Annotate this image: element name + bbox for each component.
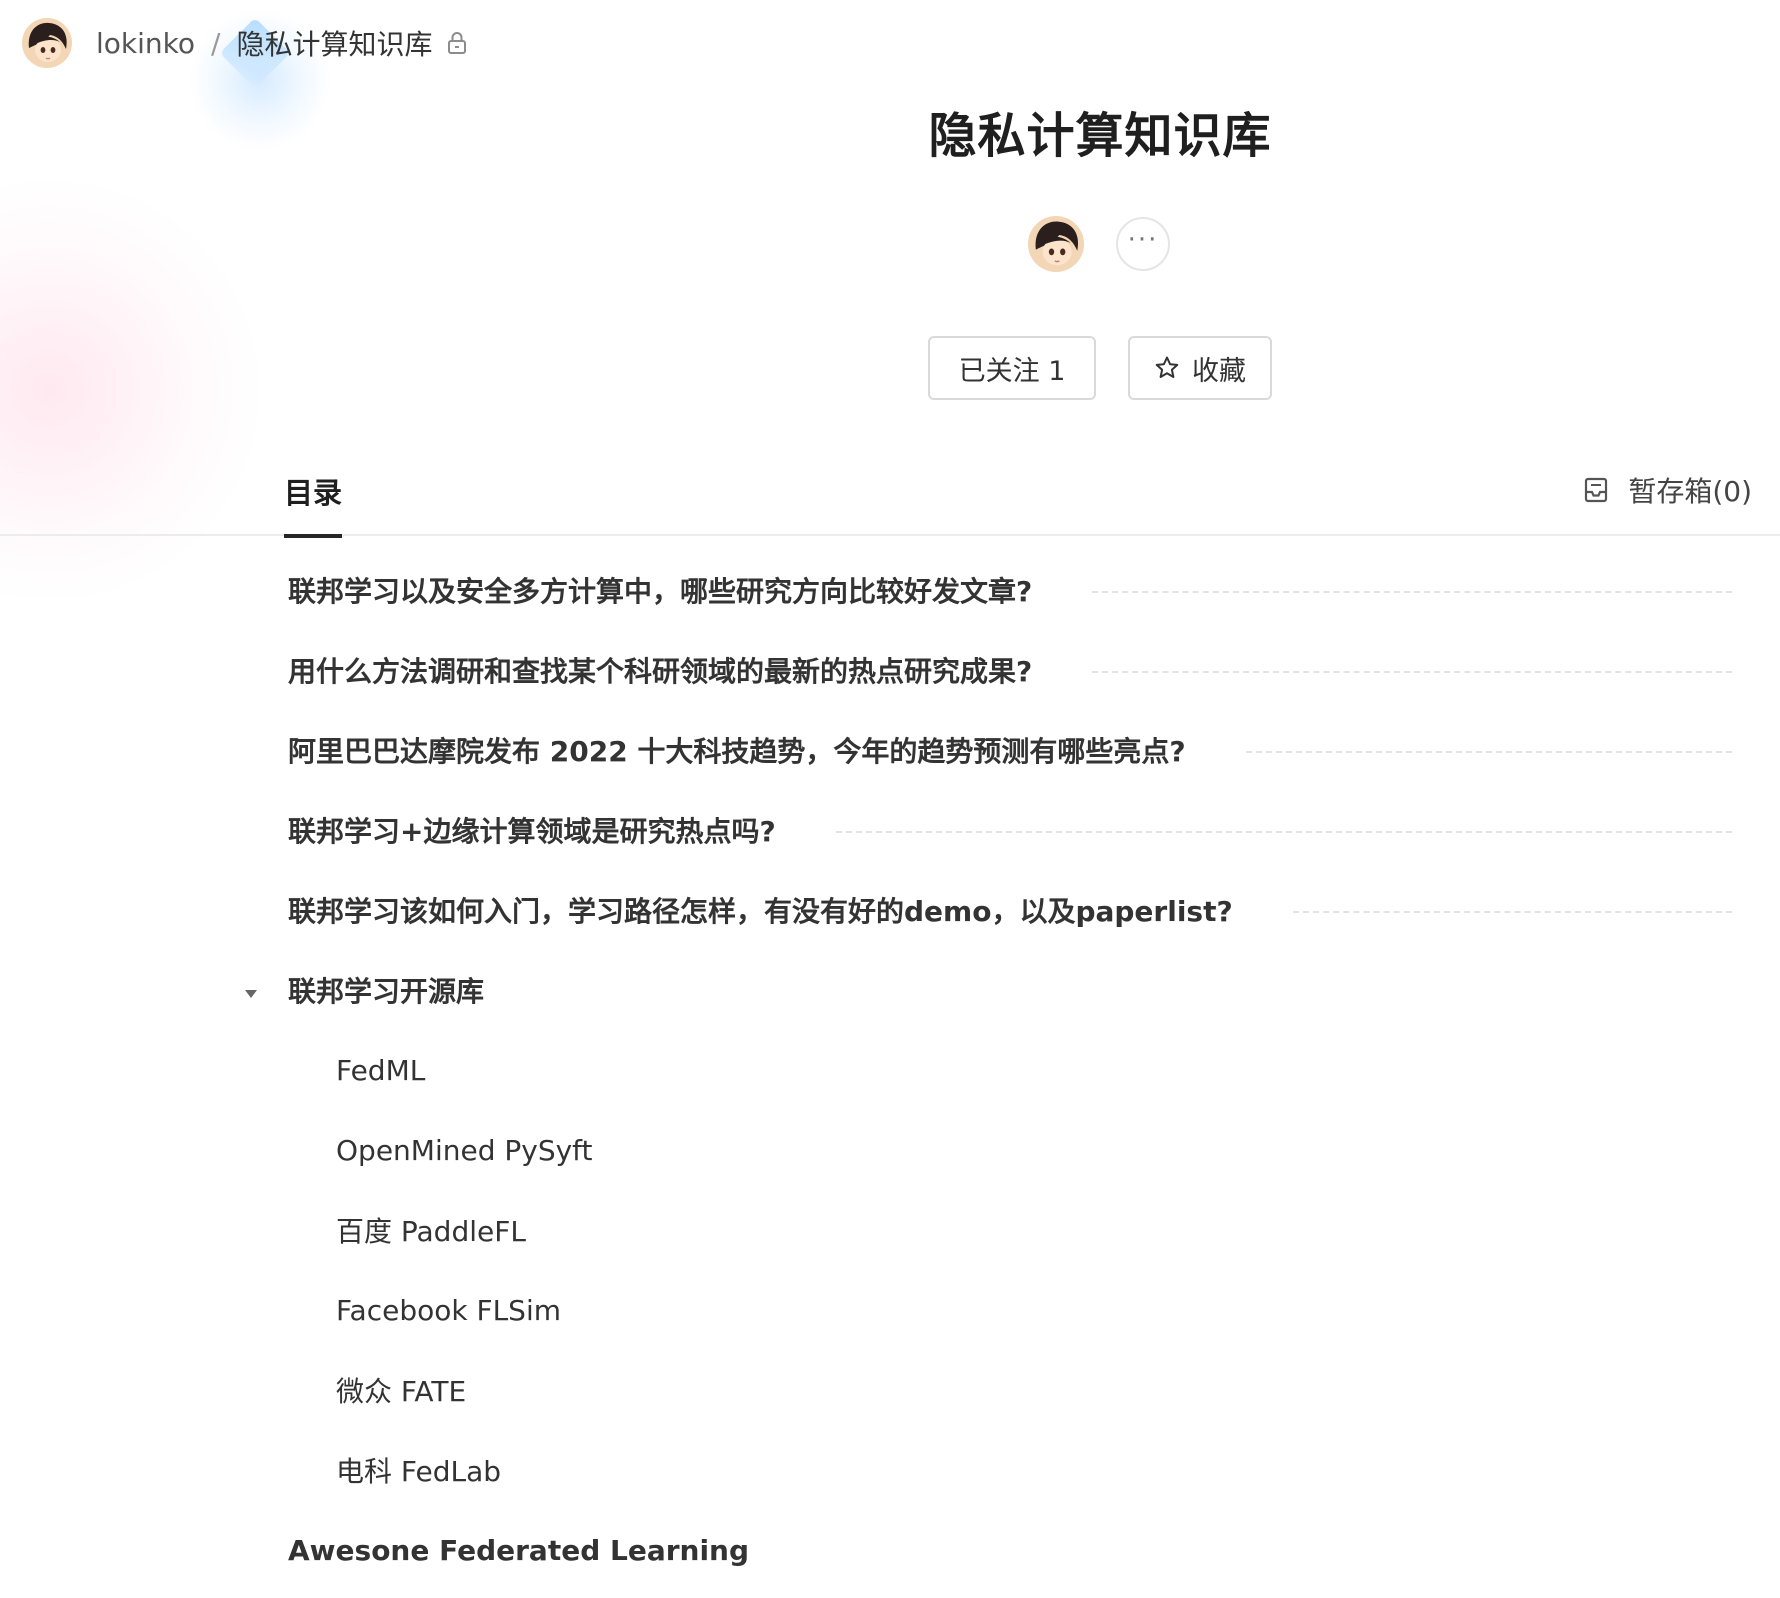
lock-icon [446, 31, 468, 55]
avatar-illustration [22, 18, 72, 68]
book-title: 隐私计算知识库 [928, 108, 1272, 164]
breadcrumb: lokinko / 隐私计算知识库 [22, 18, 468, 68]
toc-subitem[interactable]: 电科 FedLab [336, 1442, 1732, 1498]
star-icon [1154, 355, 1180, 381]
toc-group-open-source[interactable]: 联邦学习开源库 [245, 962, 1732, 1018]
toc-item-leader [1292, 911, 1732, 913]
toc-item-label: 阿里巴巴达摩院发布 2022 十大科技趋势，今年的趋势预测有哪些亮点? [288, 735, 1186, 768]
inbox-icon [1582, 476, 1610, 504]
toc-subitem-label: 电科 FedLab [336, 1455, 502, 1488]
breadcrumb-separator: / [211, 26, 221, 60]
toc-item[interactable]: 联邦学习+边缘计算领域是研究热点吗? [288, 802, 1732, 858]
follow-button[interactable]: 已关注 1 [928, 336, 1096, 400]
tab-toc-label: 目录 [284, 476, 343, 510]
background-glow-pink [0, 180, 260, 600]
toc-subitem-label: Facebook FLSim [336, 1293, 561, 1327]
toc-subitem[interactable]: 微众 FATE [336, 1362, 1732, 1418]
member-row: ··· [1028, 216, 1170, 272]
drafts-label: 暂存箱(0) [1628, 475, 1752, 508]
breadcrumb-user-link[interactable]: lokinko [96, 27, 195, 60]
toc-item-label: 联邦学习+边缘计算领域是研究热点吗? [288, 815, 776, 848]
toc-subitem[interactable]: Facebook FLSim [336, 1282, 1732, 1338]
avatar-illustration [1028, 216, 1084, 272]
toc-subitem[interactable]: OpenMined PySyft [336, 1122, 1732, 1178]
toc-subitem[interactable]: FedML [336, 1042, 1732, 1098]
tab-active-indicator [284, 534, 343, 538]
toc-item-label: Awesone Federated Learning [288, 1533, 750, 1567]
toc-item[interactable]: 阿里巴巴达摩院发布 2022 十大科技趋势，今年的趋势预测有哪些亮点? [288, 722, 1732, 778]
caret-down-icon[interactable] [244, 984, 258, 998]
toc-item-label: 用什么方法调研和查找某个科研领域的最新的热点研究成果? [288, 655, 1033, 688]
tabs-bar: 目录 暂存箱(0) [0, 462, 1780, 538]
toc-item[interactable]: 用什么方法调研和查找某个科研领域的最新的热点研究成果? [288, 642, 1732, 698]
toc-subitem-label: 百度 PaddleFL [336, 1215, 526, 1248]
toc-subitem-label: 微众 FATE [336, 1375, 467, 1408]
toc-subitem[interactable]: 百度 PaddleFL [336, 1202, 1732, 1258]
member-avatar[interactable] [1028, 216, 1084, 272]
drafts-button[interactable]: 暂存箱(0) [1582, 468, 1752, 512]
action-row: 已关注 1 收藏 [928, 336, 1272, 400]
toc-item-label: 联邦学习该如何入门，学习路径怎样，有没有好的demo，以及paperlist? [288, 895, 1233, 928]
toc-item[interactable]: 联邦学习以及安全多方计算中，哪些研究方向比较好发文章? [288, 562, 1732, 618]
collect-button[interactable]: 收藏 [1128, 336, 1272, 400]
more-members-button[interactable]: ··· [1116, 217, 1170, 271]
toc-subitem-label: FedML [336, 1053, 426, 1087]
toc-item[interactable]: Awesone Federated Learning [288, 1522, 1732, 1578]
toc-item-label: 联邦学习以及安全多方计算中，哪些研究方向比较好发文章? [288, 575, 1033, 608]
knowledge-base-page: lokinko / 隐私计算知识库 隐私计算知识库 ··· 已关注 1 收藏 目… [0, 0, 1780, 1598]
toc-group-label: 联邦学习开源库 [288, 975, 485, 1008]
tab-toc[interactable]: 目录 [284, 462, 343, 538]
breadcrumb-book-link[interactable]: 隐私计算知识库 [236, 23, 432, 63]
collect-button-label: 收藏 [1192, 355, 1246, 387]
toc-subitem-label: OpenMined PySyft [336, 1133, 593, 1167]
user-avatar[interactable] [22, 18, 72, 68]
toc-item[interactable]: 联邦学习该如何入门，学习路径怎样，有没有好的demo，以及paperlist? [288, 882, 1732, 938]
toc-item-leader [835, 831, 1732, 833]
toc-item-leader [1092, 671, 1732, 673]
toc-item-leader [1245, 751, 1732, 753]
toc-item-leader [1092, 591, 1732, 593]
